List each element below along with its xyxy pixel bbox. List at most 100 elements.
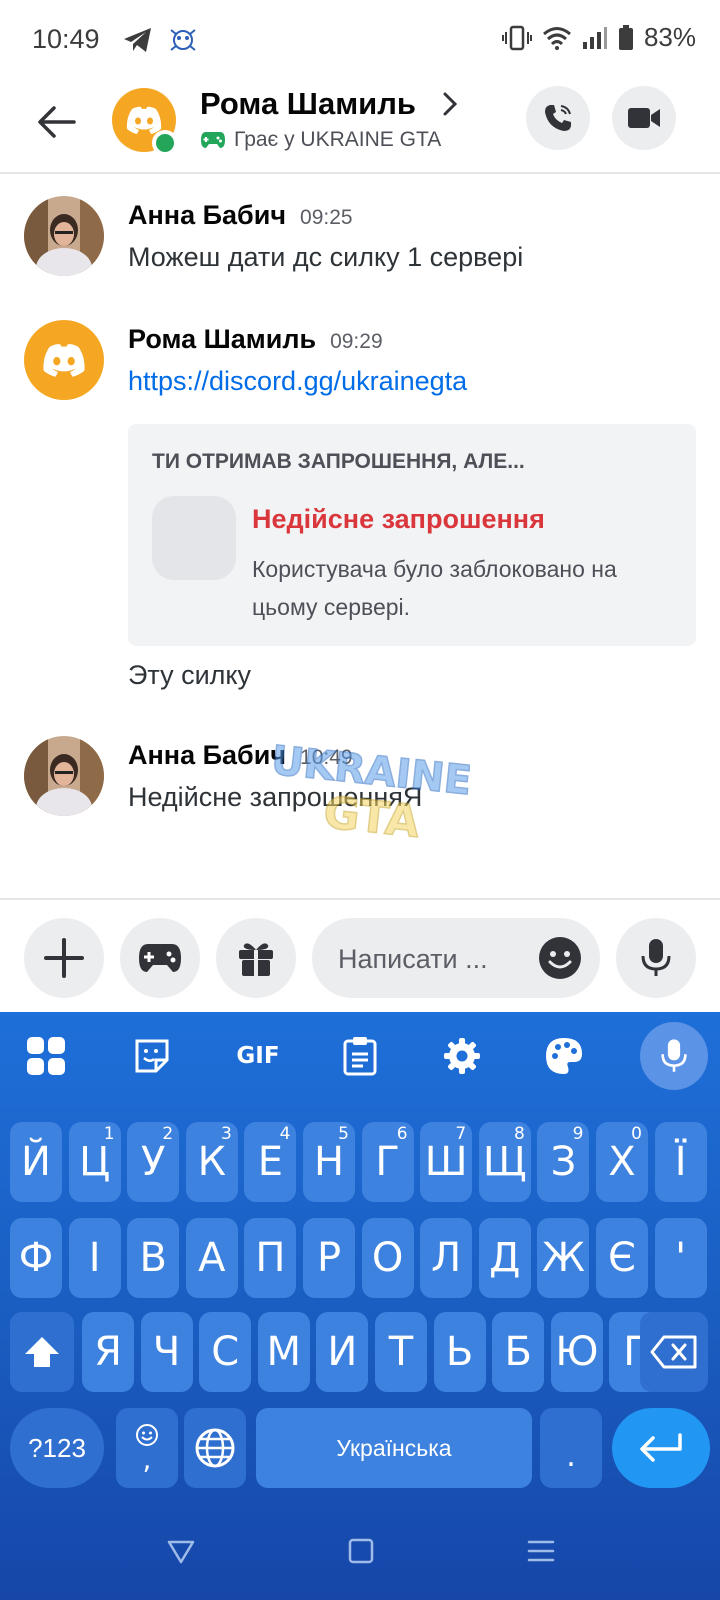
letter-key[interactable]: ' <box>654 1218 707 1298</box>
key-number-hint: 4 <box>279 1124 291 1144</box>
letter-key-label: ' <box>675 1235 687 1281</box>
activities-button[interactable] <box>120 918 200 998</box>
letter-key[interactable]: З9 <box>537 1122 590 1202</box>
video-call-button[interactable] <box>612 86 676 150</box>
letter-key-label: М <box>266 1329 302 1375</box>
letter-key[interactable]: Б <box>492 1312 545 1392</box>
message-author[interactable]: Рома Шамиль <box>128 324 316 354</box>
invite-status: Недійсне запрошення <box>252 504 545 534</box>
vibrate-icon <box>501 25 532 50</box>
keyboard-apps-button[interactable] <box>22 1032 70 1080</box>
period-key[interactable]: . <box>540 1408 602 1488</box>
symbols-key[interactable]: ?123 <box>10 1408 104 1488</box>
message-input-placeholder: Написати ... <box>338 944 488 974</box>
enter-key[interactable] <box>612 1408 710 1488</box>
letter-key-label: Т <box>388 1329 414 1375</box>
video-camera-icon <box>628 108 660 128</box>
letter-key[interactable]: П <box>244 1218 297 1298</box>
letter-key[interactable]: В <box>127 1218 180 1298</box>
nav-recents-icon[interactable] <box>526 1536 556 1566</box>
letter-key[interactable]: Г6 <box>361 1122 414 1202</box>
letter-key[interactable]: Н5 <box>303 1122 355 1202</box>
letter-key[interactable]: Ю <box>550 1312 603 1392</box>
message-author[interactable]: Анна Бабич <box>128 200 286 230</box>
microphone-icon <box>641 939 671 976</box>
nav-back-triangle-icon[interactable] <box>166 1536 196 1566</box>
letter-key[interactable]: Ї <box>654 1122 707 1202</box>
emoji-icon[interactable] <box>538 936 582 980</box>
emoji-comma-key[interactable]: , <box>116 1408 178 1488</box>
letter-key[interactable]: Т <box>375 1312 427 1392</box>
language-key[interactable] <box>184 1408 246 1488</box>
letter-key[interactable]: Ж <box>537 1218 590 1298</box>
back-button[interactable] <box>32 98 80 146</box>
keyboard-toolbar: GIF <box>0 1012 720 1102</box>
gift-button[interactable] <box>216 918 296 998</box>
letter-key[interactable]: У2 <box>127 1122 180 1202</box>
message-header: Анна Бабич 09:25 <box>128 200 353 231</box>
user-avatar[interactable] <box>24 196 104 276</box>
letter-key[interactable]: Х0 <box>596 1122 648 1202</box>
letter-key-label: Ь <box>445 1329 474 1375</box>
theme-button[interactable] <box>540 1032 588 1080</box>
shift-key[interactable] <box>10 1312 74 1392</box>
backspace-icon <box>650 1335 697 1369</box>
signal-icon <box>582 26 607 49</box>
nav-home-square-icon[interactable] <box>346 1536 376 1566</box>
letter-key[interactable]: Я <box>82 1312 134 1392</box>
message-author[interactable]: Анна Бабич <box>128 740 286 770</box>
letter-key-label: Й <box>21 1139 51 1185</box>
telegram-icon <box>124 28 151 52</box>
letter-key[interactable]: Є <box>596 1218 648 1298</box>
letter-key[interactable]: О <box>361 1218 414 1298</box>
letter-key[interactable]: С <box>199 1312 252 1392</box>
contact-name[interactable]: Рома Шамиль <box>200 86 416 122</box>
letter-key[interactable]: Ф <box>10 1218 62 1298</box>
letter-key[interactable]: М <box>257 1312 310 1392</box>
letter-key[interactable]: І <box>68 1218 121 1298</box>
attach-button[interactable] <box>24 918 104 998</box>
gif-label: GIF <box>236 1043 280 1069</box>
letter-key[interactable]: Д <box>478 1218 531 1298</box>
letter-key[interactable]: Ч <box>140 1312 193 1392</box>
invite-link[interactable]: https://discord.gg/ukrainegta <box>128 366 467 397</box>
voice-message-button[interactable] <box>616 918 696 998</box>
message-composer: Написати ... <box>0 898 720 1012</box>
letter-key[interactable]: А <box>185 1218 238 1298</box>
letter-key[interactable]: Е4 <box>244 1122 297 1202</box>
key-number-hint: 3 <box>220 1124 232 1144</box>
chat-header: Рома Шамиль Грає у UKRAINE GTA <box>0 80 720 174</box>
voice-call-button[interactable] <box>526 86 590 150</box>
clipboard-button[interactable] <box>336 1032 384 1080</box>
comma-label: , <box>142 1443 152 1476</box>
clipboard-icon <box>343 1037 377 1076</box>
voice-input-button[interactable] <box>640 1022 708 1090</box>
letter-key[interactable]: Р <box>303 1218 355 1298</box>
gif-button[interactable]: GIF <box>230 1032 286 1080</box>
letter-key[interactable]: И <box>316 1312 369 1392</box>
backspace-key[interactable] <box>640 1312 708 1392</box>
letter-key[interactable]: Ь <box>433 1312 486 1392</box>
discord-logo-icon <box>43 344 85 377</box>
letter-key[interactable]: Ш7 <box>420 1122 473 1202</box>
globe-icon <box>195 1428 235 1468</box>
key-number-hint: 8 <box>513 1124 525 1144</box>
sticker-button[interactable] <box>128 1032 176 1080</box>
invite-title: ТИ ОТРИМАВ ЗАПРОШЕННЯ, АЛЕ... <box>152 450 525 473</box>
letter-key[interactable]: Л <box>420 1218 473 1298</box>
letter-key-label: С <box>211 1329 240 1375</box>
gift-icon <box>239 943 273 976</box>
user-avatar[interactable] <box>24 320 104 400</box>
letter-key[interactable]: Ц1 <box>68 1122 121 1202</box>
profile-photo-icon <box>24 736 104 816</box>
space-key[interactable]: Українська <box>256 1408 532 1488</box>
letter-key[interactable]: Щ8 <box>478 1122 531 1202</box>
keyboard-settings-button[interactable] <box>438 1032 486 1080</box>
letter-key[interactable]: Й <box>10 1122 62 1202</box>
letter-key[interactable]: К3 <box>185 1122 238 1202</box>
message-input[interactable]: Написати ... <box>312 918 600 998</box>
wifi-icon <box>542 26 571 50</box>
chevron-right-icon[interactable] <box>440 90 460 118</box>
user-avatar[interactable] <box>24 736 104 816</box>
gear-icon <box>444 1038 480 1074</box>
